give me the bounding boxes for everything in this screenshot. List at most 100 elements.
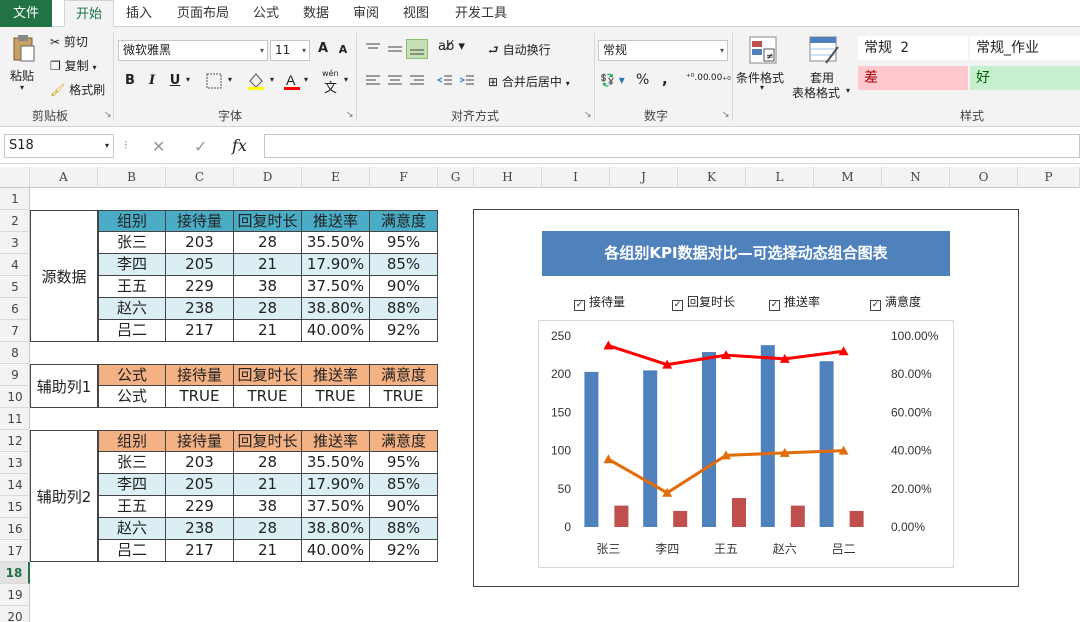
chevron-down-icon[interactable]: ▾ (846, 86, 850, 95)
table-cell[interactable]: 38.80% (302, 518, 370, 540)
checkbox-push-rate[interactable]: ✓ 推送率 (769, 293, 820, 311)
row-header[interactable]: 14 (0, 474, 30, 496)
align-center-icon[interactable] (386, 73, 404, 92)
table-cell[interactable]: 李四 (98, 474, 166, 496)
tab-review[interactable]: 审阅 (344, 0, 388, 27)
align-right-icon[interactable] (408, 73, 426, 92)
grow-font-button[interactable]: A (316, 41, 330, 56)
header-cell[interactable]: 组别 (98, 430, 166, 452)
table-cell[interactable]: 21 (234, 320, 302, 342)
table-cell[interactable]: 赵六 (98, 518, 166, 540)
decrease-indent-icon[interactable] (436, 73, 454, 92)
row-header[interactable]: 11 (0, 408, 30, 430)
table-cell[interactable]: TRUE (166, 386, 234, 408)
chevron-down-icon[interactable]: ▾ (304, 75, 308, 84)
tab-view[interactable]: 视图 (394, 0, 438, 27)
table-cell[interactable]: 217 (166, 320, 234, 342)
italic-button[interactable]: I (146, 73, 158, 88)
row-header[interactable]: 4 (0, 254, 30, 276)
header-cell[interactable]: 推送率 (302, 210, 370, 232)
table-cell[interactable]: 88% (370, 518, 438, 540)
table-cell[interactable]: 95% (370, 232, 438, 254)
table-cell[interactable]: 90% (370, 276, 438, 298)
tab-file[interactable]: 文件 (0, 0, 52, 27)
table-cell[interactable]: 35.50% (302, 452, 370, 474)
table-cell[interactable]: 38 (234, 496, 302, 518)
merge-center-button[interactable]: ⊞ 合并后居中 ▾ (488, 73, 570, 90)
align-top-icon[interactable] (364, 41, 382, 60)
table-cell[interactable]: 85% (370, 254, 438, 276)
column-header[interactable]: C (166, 167, 234, 188)
table-cell[interactable]: 吕二 (98, 540, 166, 562)
checkbox-reply-time[interactable]: ✓ 回复时长 (672, 293, 735, 311)
cancel-icon[interactable]: ✕ (152, 137, 165, 156)
paste-icon[interactable] (12, 34, 36, 62)
header-cell[interactable]: 公式 (98, 364, 166, 386)
header-cell[interactable]: 回复时长 (234, 430, 302, 452)
table-cell[interactable]: 28 (234, 518, 302, 540)
chevron-down-icon[interactable]: ▾ (186, 75, 190, 84)
table-cell[interactable]: 38.80% (302, 298, 370, 320)
dialog-launcher-icon[interactable]: ↘ (722, 110, 730, 120)
column-header[interactable]: P (1018, 167, 1080, 188)
copy-button[interactable]: ❐ 复制 ▾ (50, 57, 96, 74)
insert-function-icon[interactable]: fx (232, 136, 247, 155)
column-header[interactable]: G (438, 167, 474, 188)
table-cell[interactable]: 40.00% (302, 320, 370, 342)
table-cell[interactable]: 238 (166, 298, 234, 320)
table-cell[interactable]: 203 (166, 452, 234, 474)
table-cell[interactable]: 28 (234, 298, 302, 320)
header-cell[interactable]: 回复时长 (234, 210, 302, 232)
formula-input[interactable] (264, 134, 1080, 158)
increase-indent-icon[interactable] (458, 73, 476, 92)
column-header[interactable]: H (474, 167, 542, 188)
enter-icon[interactable]: ✓ (194, 137, 207, 156)
table-cell[interactable]: 92% (370, 320, 438, 342)
table-cell[interactable]: 28 (234, 452, 302, 474)
row-header[interactable]: 3 (0, 232, 30, 254)
table-cell[interactable]: 王五 (98, 496, 166, 518)
font-color-icon[interactable]: A (282, 71, 302, 94)
row-header[interactable]: 17 (0, 540, 30, 562)
number-format-select[interactable]: 常规 ▾ (598, 40, 728, 61)
row-header[interactable]: 2 (0, 210, 30, 232)
table-cell[interactable]: 238 (166, 518, 234, 540)
table-cell[interactable]: 张三 (98, 452, 166, 474)
row-header[interactable]: 1 (0, 188, 30, 210)
format-painter-button[interactable]: 🖌 格式刷 (50, 81, 105, 98)
align-middle-icon[interactable] (386, 41, 404, 60)
table-cell[interactable]: TRUE (302, 386, 370, 408)
column-header[interactable]: I (542, 167, 610, 188)
tab-page-layout[interactable]: 页面布局 (168, 0, 238, 27)
column-header[interactable]: A (30, 167, 98, 188)
tab-developer[interactable]: 开发工具 (446, 0, 516, 27)
table-cell[interactable]: 37.50% (302, 276, 370, 298)
column-header[interactable]: O (950, 167, 1018, 188)
row-header[interactable]: 8 (0, 342, 30, 364)
header-cell[interactable]: 满意度 (370, 210, 438, 232)
header-cell[interactable]: 满意度 (370, 430, 438, 452)
currency-icon[interactable]: 💱 ▾ (600, 73, 625, 87)
fill-color-icon[interactable] (246, 71, 266, 94)
column-header[interactable]: F (370, 167, 438, 188)
style-normal-work[interactable]: 常规_作业 (970, 36, 1080, 60)
chevron-down-icon[interactable]: ▾ (760, 83, 764, 92)
wrap-text-button[interactable]: ⮐ 自动换行 (488, 41, 551, 62)
row-header[interactable]: 10 (0, 386, 30, 408)
table-cell[interactable]: 17.90% (302, 474, 370, 496)
column-header[interactable]: E (302, 167, 370, 188)
chevron-down-icon[interactable]: ▾ (270, 75, 274, 84)
checkbox-reception[interactable]: ✓ 接待量 (574, 293, 625, 311)
table-cell[interactable]: TRUE (234, 386, 302, 408)
chevron-down-icon[interactable]: ▾ (228, 75, 232, 84)
table-cell[interactable]: 吕二 (98, 320, 166, 342)
style-bad[interactable]: 差 (858, 66, 968, 90)
table-cell[interactable]: 90% (370, 496, 438, 518)
header-cell[interactable]: 满意度 (370, 364, 438, 386)
row-header[interactable]: 20 (0, 606, 30, 622)
table-cell[interactable]: 张三 (98, 232, 166, 254)
font-name-select[interactable]: 微软雅黑 ▾ (118, 40, 268, 61)
chevron-down-icon[interactable]: ▾ (344, 75, 348, 84)
tab-data[interactable]: 数据 (294, 0, 338, 27)
header-cell[interactable]: 接待量 (166, 210, 234, 232)
